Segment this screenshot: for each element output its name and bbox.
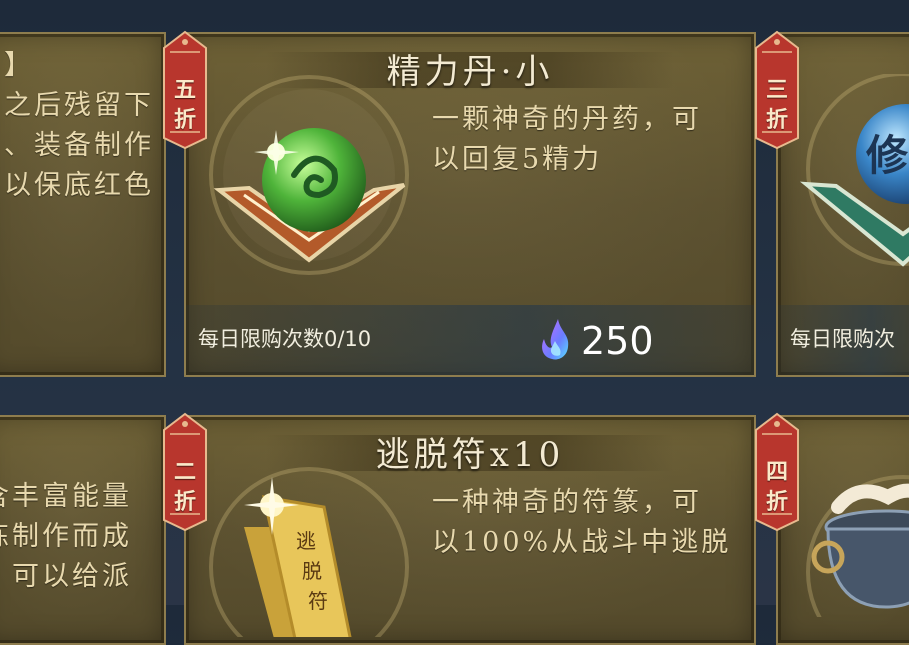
green-spirit-pill-icon: [204, 70, 414, 280]
blue-repair-orb-icon: 修: [798, 72, 909, 284]
daily-limit-label: 每日限购次: [790, 327, 895, 351]
orb-character: 修: [866, 131, 909, 180]
discount-tag: 五 折: [160, 30, 210, 150]
discount-unit: 折: [765, 107, 788, 133]
discount-tag: 二 折: [160, 412, 210, 532]
discount-unit: 折: [765, 489, 788, 515]
talisman-char-3: 符: [308, 589, 328, 613]
price-value: 250: [581, 319, 654, 363]
spirit-flame-currency-icon: [538, 317, 572, 361]
discount-unit: 折: [173, 107, 196, 133]
daily-limit-label: 每日限购次数0/10: [198, 327, 372, 351]
shop-card-partial-left-top[interactable]: 】 之后残留下 、装备制作 以保底红色: [0, 32, 166, 377]
cauldron-icon: [798, 467, 909, 645]
shop-card-partial-left-bottom[interactable]: 含丰富能量 炼制作而成 ，可以给派: [0, 415, 166, 645]
discount-number: 三: [765, 77, 788, 103]
talisman-char-2: 脱: [302, 559, 322, 583]
discount-unit: 折: [173, 489, 196, 515]
discount-tag: 四 折: [752, 412, 802, 532]
discount-tag: 三 折: [752, 30, 802, 150]
purchase-bar[interactable]: 每日限购次数0/10 250: [186, 305, 754, 375]
discount-number: 四: [765, 459, 788, 485]
discount-number: 五: [173, 77, 196, 103]
purchase-bar[interactable]: 每日限购次: [778, 305, 909, 375]
card-description: 】 之后残留下 、装备制作 以保底红色: [4, 50, 154, 201]
shop-card-energy-pill[interactable]: 精力丹·小 一颗神奇的丹药，可 以回复5精力 每日限购次数0/10 250: [184, 32, 756, 377]
card-description: 含丰富能量 炼制作而成 ，可以给派: [0, 481, 132, 592]
card-description: 一种神奇的符篆，可 以100%从战斗中逃脱: [432, 487, 732, 558]
discount-number: 二: [173, 459, 196, 485]
escape-talisman-icon: 逃 脱 符: [204, 457, 414, 645]
card-description: 一颗神奇的丹药，可 以回复5精力: [432, 104, 702, 175]
talisman-char-1: 逃: [296, 529, 316, 553]
shop-card-escape-talisman[interactable]: 逃脱符x10 逃 脱 符 一种神奇的符篆，可 以100%从战斗中逃脱: [184, 415, 756, 645]
